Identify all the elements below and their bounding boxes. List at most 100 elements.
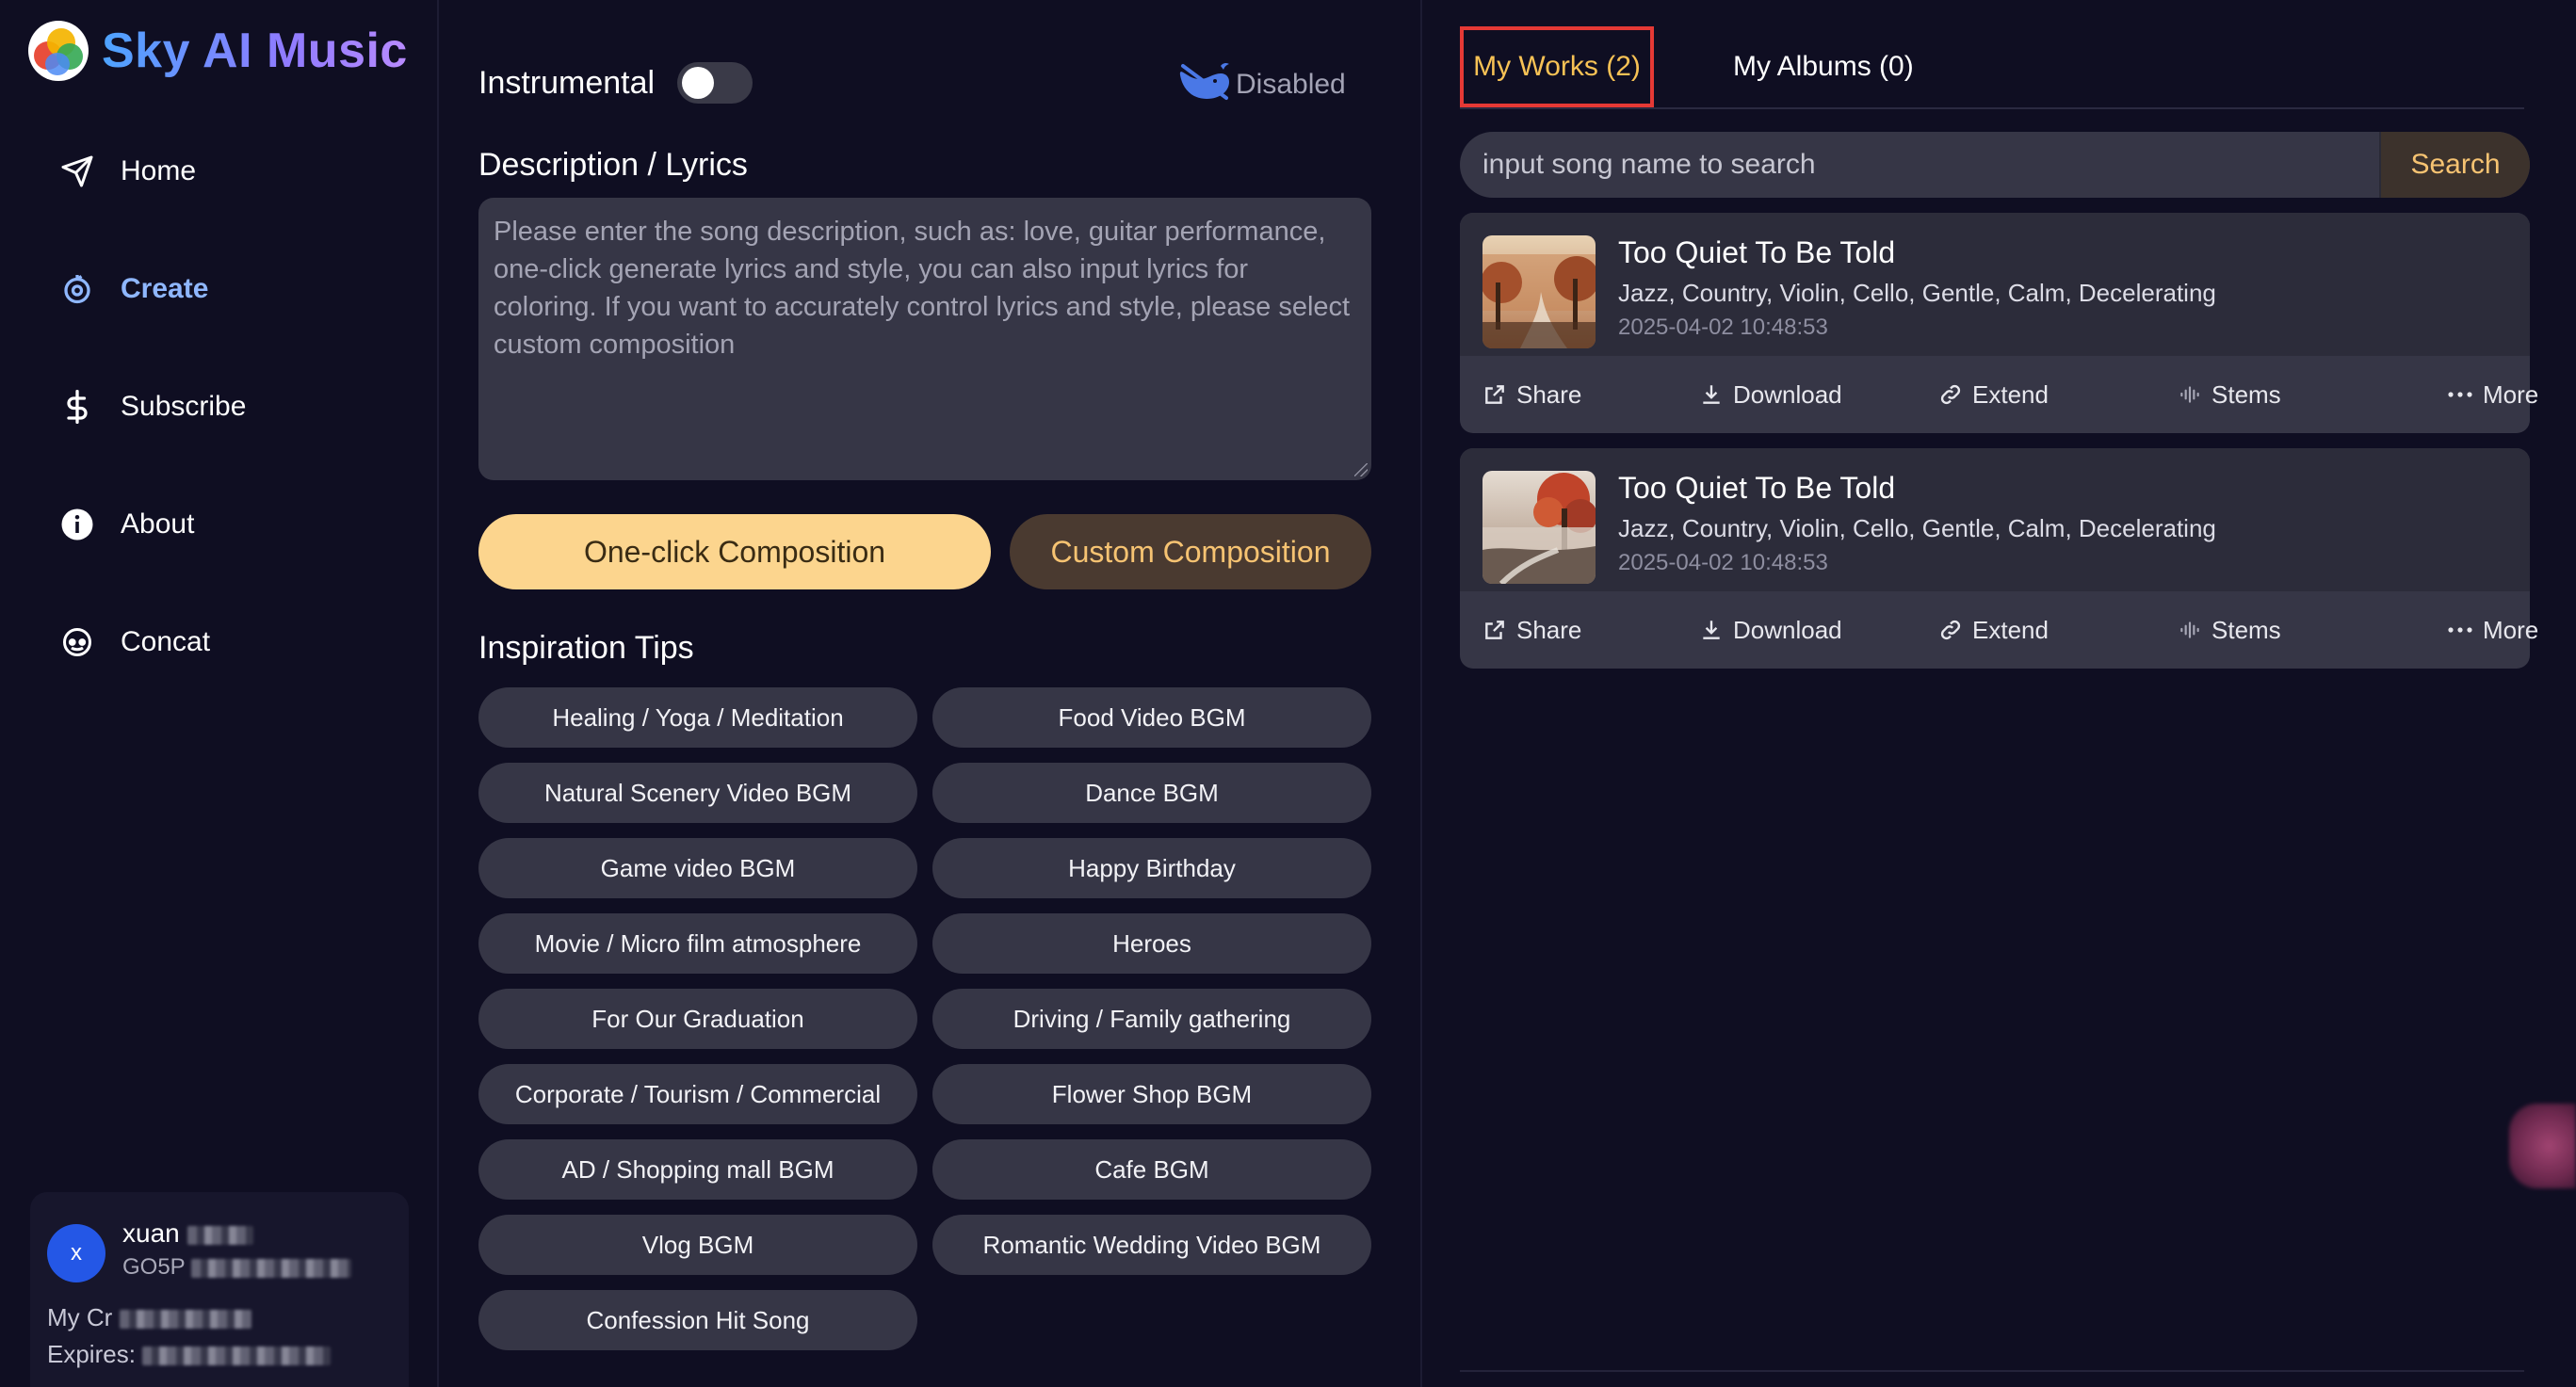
redacted-text: [142, 1347, 332, 1366]
inspiration-tips-title: Inspiration Tips: [478, 630, 694, 666]
brand[interactable]: Sky AI Music: [28, 21, 408, 81]
disabled-label: Disabled: [1236, 69, 1346, 100]
sidebar-item-label: Create: [121, 273, 209, 304]
custom-composition-button[interactable]: Custom Composition: [1010, 514, 1371, 589]
sidebar-item-about[interactable]: About: [58, 494, 246, 555]
tip-chip[interactable]: Game video BGM: [478, 838, 917, 898]
tip-chip[interactable]: Driving / Family gathering: [932, 989, 1371, 1049]
song-title[interactable]: Too Quiet To Be Told: [1618, 235, 1895, 270]
song-card[interactable]: Too Quiet To Be Told Jazz, Country, Viol…: [1460, 213, 2538, 433]
user-name-text: xuan: [122, 1218, 180, 1248]
tip-chip[interactable]: Food Video BGM: [932, 687, 1371, 748]
info-icon: [58, 506, 96, 543]
whale-icon: [1177, 60, 1236, 109]
tip-chip[interactable]: Movie / Micro film atmosphere: [478, 913, 917, 974]
song-actions: Share Download Extend Stems More: [1460, 356, 2538, 433]
share-button[interactable]: Share: [1482, 356, 1581, 433]
tab-my-works[interactable]: My Works (2): [1460, 26, 1654, 107]
more-button[interactable]: More: [2447, 591, 2538, 669]
avatar: x: [47, 1224, 105, 1282]
extend-button[interactable]: Extend: [1938, 591, 2049, 669]
description-title: Description / Lyrics: [478, 147, 748, 183]
tip-chip[interactable]: Confession Hit Song: [478, 1290, 917, 1350]
more-button[interactable]: More: [2447, 356, 2538, 433]
share-icon: [1482, 618, 1507, 642]
user-id: GO5P: [122, 1254, 351, 1281]
sidebar-item-create[interactable]: Create: [58, 259, 246, 319]
one-click-composition-button[interactable]: One-click Composition: [478, 514, 991, 589]
divider: [1460, 1370, 2524, 1372]
link-icon: [1938, 382, 1963, 407]
action-label: Share: [1516, 379, 1582, 409]
create-icon: [58, 270, 96, 308]
search-input[interactable]: [1460, 132, 2379, 198]
tip-chip[interactable]: Heroes: [932, 913, 1371, 974]
tip-chip[interactable]: AD / Shopping mall BGM: [478, 1139, 917, 1200]
tip-chip[interactable]: Happy Birthday: [932, 838, 1371, 898]
download-button[interactable]: Download: [1699, 356, 1842, 433]
tab-my-albums[interactable]: My Albums (0): [1733, 26, 1914, 107]
redacted-text: [190, 1258, 351, 1278]
download-button[interactable]: Download: [1699, 591, 1842, 669]
user-card[interactable]: x xuan GO5P My Cr Expires:: [30, 1192, 409, 1387]
search-button[interactable]: Search: [2379, 132, 2530, 198]
sidebar-item-home[interactable]: Home: [58, 141, 246, 202]
dollar-icon: [58, 388, 96, 426]
stems-button[interactable]: Stems: [2178, 356, 2281, 433]
action-label: Stems: [2211, 379, 2281, 409]
sidebar-item-label: Home: [121, 155, 197, 186]
more-dots-icon: [2447, 618, 2473, 642]
tip-chip[interactable]: Vlog BGM: [478, 1215, 917, 1275]
sidebar-nav: Home Create Subscribe About Concat: [58, 141, 246, 730]
song-title[interactable]: Too Quiet To Be Told: [1618, 471, 1895, 506]
instrumental-toggle[interactable]: [677, 62, 753, 104]
floating-assistant-button[interactable]: [2509, 1104, 2576, 1188]
song-cover-image[interactable]: [1482, 235, 1596, 348]
tip-chip[interactable]: Healing / Yoga / Meditation: [478, 687, 917, 748]
instrumental-label: Instrumental: [478, 64, 656, 101]
song-cover-image[interactable]: [1482, 471, 1596, 584]
stems-button[interactable]: Stems: [2178, 591, 2281, 669]
tip-chip[interactable]: Cafe BGM: [932, 1139, 1371, 1200]
disabled-badge: Disabled: [1177, 60, 1346, 109]
tip-chip[interactable]: Corporate / Tourism / Commercial: [478, 1064, 917, 1124]
tip-chip[interactable]: Dance BGM: [932, 763, 1371, 823]
tip-chip[interactable]: Natural Scenery Video BGM: [478, 763, 917, 823]
action-label: Extend: [1972, 379, 2049, 409]
credits-row: My Cr: [47, 1303, 392, 1332]
song-tags: Jazz, Country, Violin, Cello, Gentle, Ca…: [1618, 514, 2216, 542]
song-card[interactable]: Too Quiet To Be Told Jazz, Country, Viol…: [1460, 448, 2538, 669]
description-input[interactable]: Please enter the song description, such …: [478, 198, 1371, 480]
instrumental-row: Instrumental: [478, 62, 753, 104]
tip-chip[interactable]: Flower Shop BGM: [932, 1064, 1371, 1124]
more-dots-icon: [2447, 382, 2473, 407]
logo: [28, 21, 89, 81]
description-placeholder: Please enter the song description, such …: [494, 217, 1351, 360]
download-icon: [1699, 618, 1724, 642]
sidebar-item-concat[interactable]: Concat: [58, 612, 246, 672]
song-search: Search: [1460, 132, 2530, 198]
sidebar-item-label: Concat: [121, 626, 211, 657]
app-root: Sky AI Music Home Create Subscribe About…: [0, 0, 2576, 1387]
extend-button[interactable]: Extend: [1938, 356, 2049, 433]
share-icon: [1482, 382, 1507, 407]
sidebar-item-label: About: [121, 508, 195, 540]
brand-name: Sky AI Music: [102, 24, 408, 78]
expires-row: Expires:: [47, 1340, 392, 1369]
sidebar-item-subscribe[interactable]: Subscribe: [58, 377, 246, 437]
action-label: Download: [1733, 615, 1842, 644]
sidebar: Sky AI Music Home Create Subscribe About…: [0, 0, 439, 1387]
share-button[interactable]: Share: [1482, 591, 1581, 669]
tip-chip[interactable]: For Our Graduation: [478, 989, 917, 1049]
user-name: xuan: [122, 1218, 351, 1249]
contact-icon: [58, 623, 96, 661]
waveform-icon: [2178, 618, 2202, 642]
action-label: More: [2483, 379, 2539, 409]
song-date: 2025-04-02 10:48:53: [1618, 314, 1828, 340]
tip-chip[interactable]: Romantic Wedding Video BGM: [932, 1215, 1371, 1275]
download-icon: [1699, 382, 1724, 407]
expires-label: Expires:: [47, 1340, 136, 1368]
send-icon: [58, 153, 96, 190]
user-row: x xuan GO5P: [47, 1218, 392, 1282]
resize-handle[interactable]: [1354, 463, 1368, 476]
